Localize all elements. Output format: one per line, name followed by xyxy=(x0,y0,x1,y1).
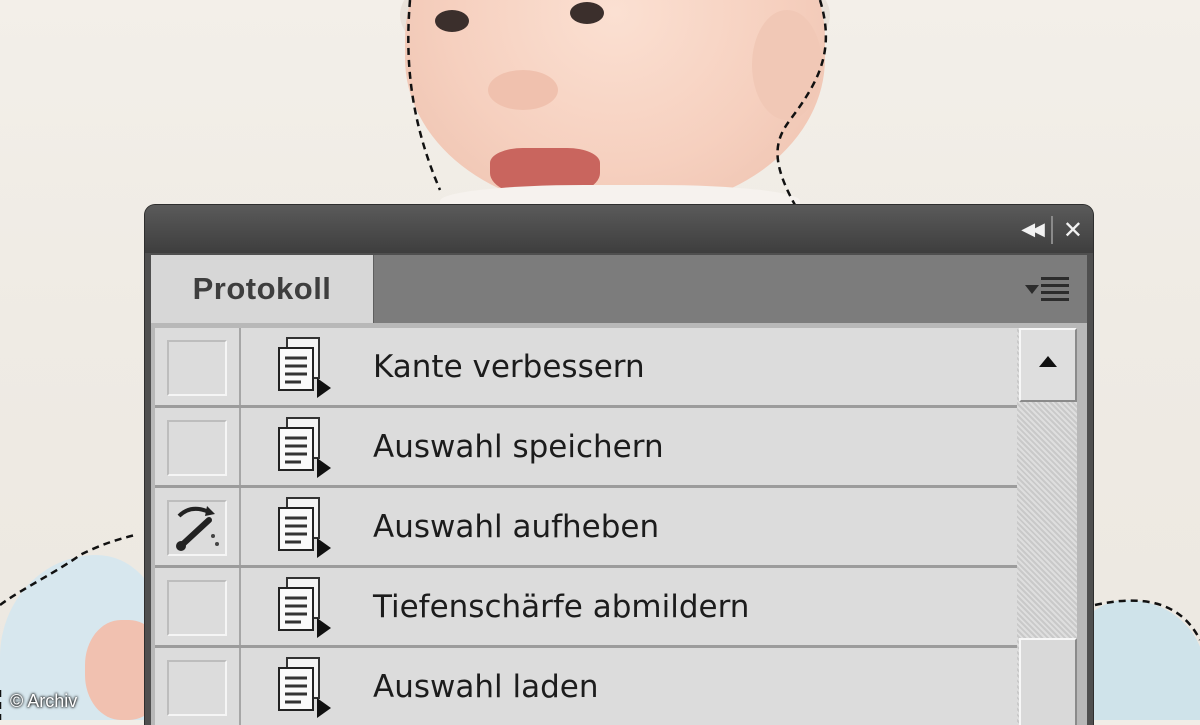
history-state-icon xyxy=(273,416,341,478)
panel-titlebar[interactable]: ◀◀ ✕ xyxy=(145,205,1093,253)
history-row-label: Tiefenschärfe abmildern xyxy=(373,588,750,625)
history-list-area: Kante verbessern Auswahl speichern Auswahl… xyxy=(151,323,1087,725)
history-row-label: Kante verbessern xyxy=(373,348,645,385)
titlebar-controls: ◀◀ ✕ xyxy=(1021,215,1083,245)
history-list: Kante verbessern Auswahl speichern Auswahl… xyxy=(155,328,1021,725)
history-state-icon xyxy=(273,336,341,398)
menu-lines-icon xyxy=(1041,277,1069,301)
scrollbar[interactable] xyxy=(1017,328,1077,725)
titlebar-divider xyxy=(1050,216,1053,244)
menu-triangle-icon xyxy=(1025,285,1039,294)
history-row[interactable]: Kante verbessern xyxy=(155,328,1021,408)
history-state-icon xyxy=(273,496,341,558)
history-panel: ◀◀ ✕ Protokoll Kante verbessern Auswahl s… xyxy=(145,205,1093,725)
history-row-label: Auswahl laden xyxy=(373,668,599,705)
history-source-cell[interactable] xyxy=(155,328,241,405)
tab-protokoll[interactable]: Protokoll xyxy=(151,255,374,323)
history-source-box xyxy=(167,500,227,556)
history-source-cell[interactable] xyxy=(155,648,241,725)
history-row[interactable]: Auswahl aufheben xyxy=(155,488,1021,568)
history-source-box xyxy=(167,420,227,476)
history-row[interactable]: Auswahl speichern xyxy=(155,408,1021,488)
history-source-box xyxy=(167,580,227,636)
history-row-label: Auswahl speichern xyxy=(373,428,664,465)
tab-label: Protokoll xyxy=(192,271,332,306)
collapse-icon[interactable]: ◀◀ xyxy=(1021,215,1045,245)
scroll-up-button[interactable] xyxy=(1019,328,1077,402)
scroll-thumb[interactable] xyxy=(1019,638,1077,725)
history-state-icon xyxy=(273,576,341,638)
photo-credit: © Archiv xyxy=(10,691,78,711)
history-source-box xyxy=(167,340,227,396)
history-state-icon xyxy=(273,656,341,718)
history-source-box xyxy=(167,660,227,716)
close-icon[interactable]: ✕ xyxy=(1063,215,1083,245)
history-source-cell[interactable] xyxy=(155,568,241,645)
history-source-cell[interactable] xyxy=(155,488,241,565)
history-row[interactable]: Tiefenschärfe abmildern xyxy=(155,568,1021,648)
history-row[interactable]: Auswahl laden xyxy=(155,648,1021,725)
panel-menu-icon[interactable] xyxy=(1021,273,1077,305)
history-row-label: Auswahl aufheben xyxy=(373,508,660,545)
history-source-cell[interactable] xyxy=(155,408,241,485)
panel-tabbar: Protokoll xyxy=(151,255,1087,323)
